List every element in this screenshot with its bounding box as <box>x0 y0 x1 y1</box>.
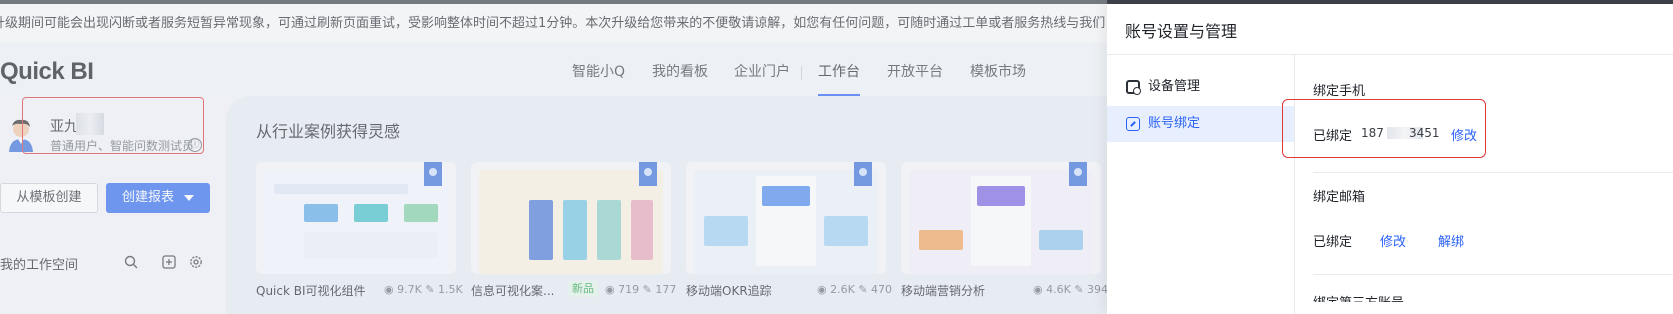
menu-item-account-binding[interactable]: 账号绑定 <box>1107 106 1294 142</box>
link-icon <box>1126 117 1140 131</box>
section-divider <box>1313 172 1673 173</box>
menu-item-label: 账号绑定 <box>1148 116 1201 131</box>
email-section-title: 绑定邮箱 <box>1313 190 1366 205</box>
phone-section-title: 绑定手机 <box>1313 84 1366 99</box>
unbind-email-button[interactable]: 解绑 <box>1438 231 1464 250</box>
drawer-menu: 设备管理 账号绑定 <box>1107 55 1295 314</box>
account-settings-drawer: 账号设置与管理 设备管理 账号绑定 绑定手机 已绑定 187 3451 修改 绑… <box>1107 0 1673 314</box>
email-bind-status: 已绑定 <box>1313 235 1353 250</box>
drawer-title: 账号设置与管理 <box>1125 22 1238 41</box>
device-icon <box>1126 80 1141 95</box>
menu-item-label: 设备管理 <box>1148 79 1201 94</box>
phone-highlight-box <box>1282 99 1486 158</box>
section-divider <box>1313 274 1673 275</box>
menu-item-device-management[interactable]: 设备管理 <box>1107 69 1294 105</box>
third-party-section-title: 绑定第三方账号 <box>1313 292 1404 302</box>
edit-email-button[interactable]: 修改 <box>1380 231 1406 250</box>
